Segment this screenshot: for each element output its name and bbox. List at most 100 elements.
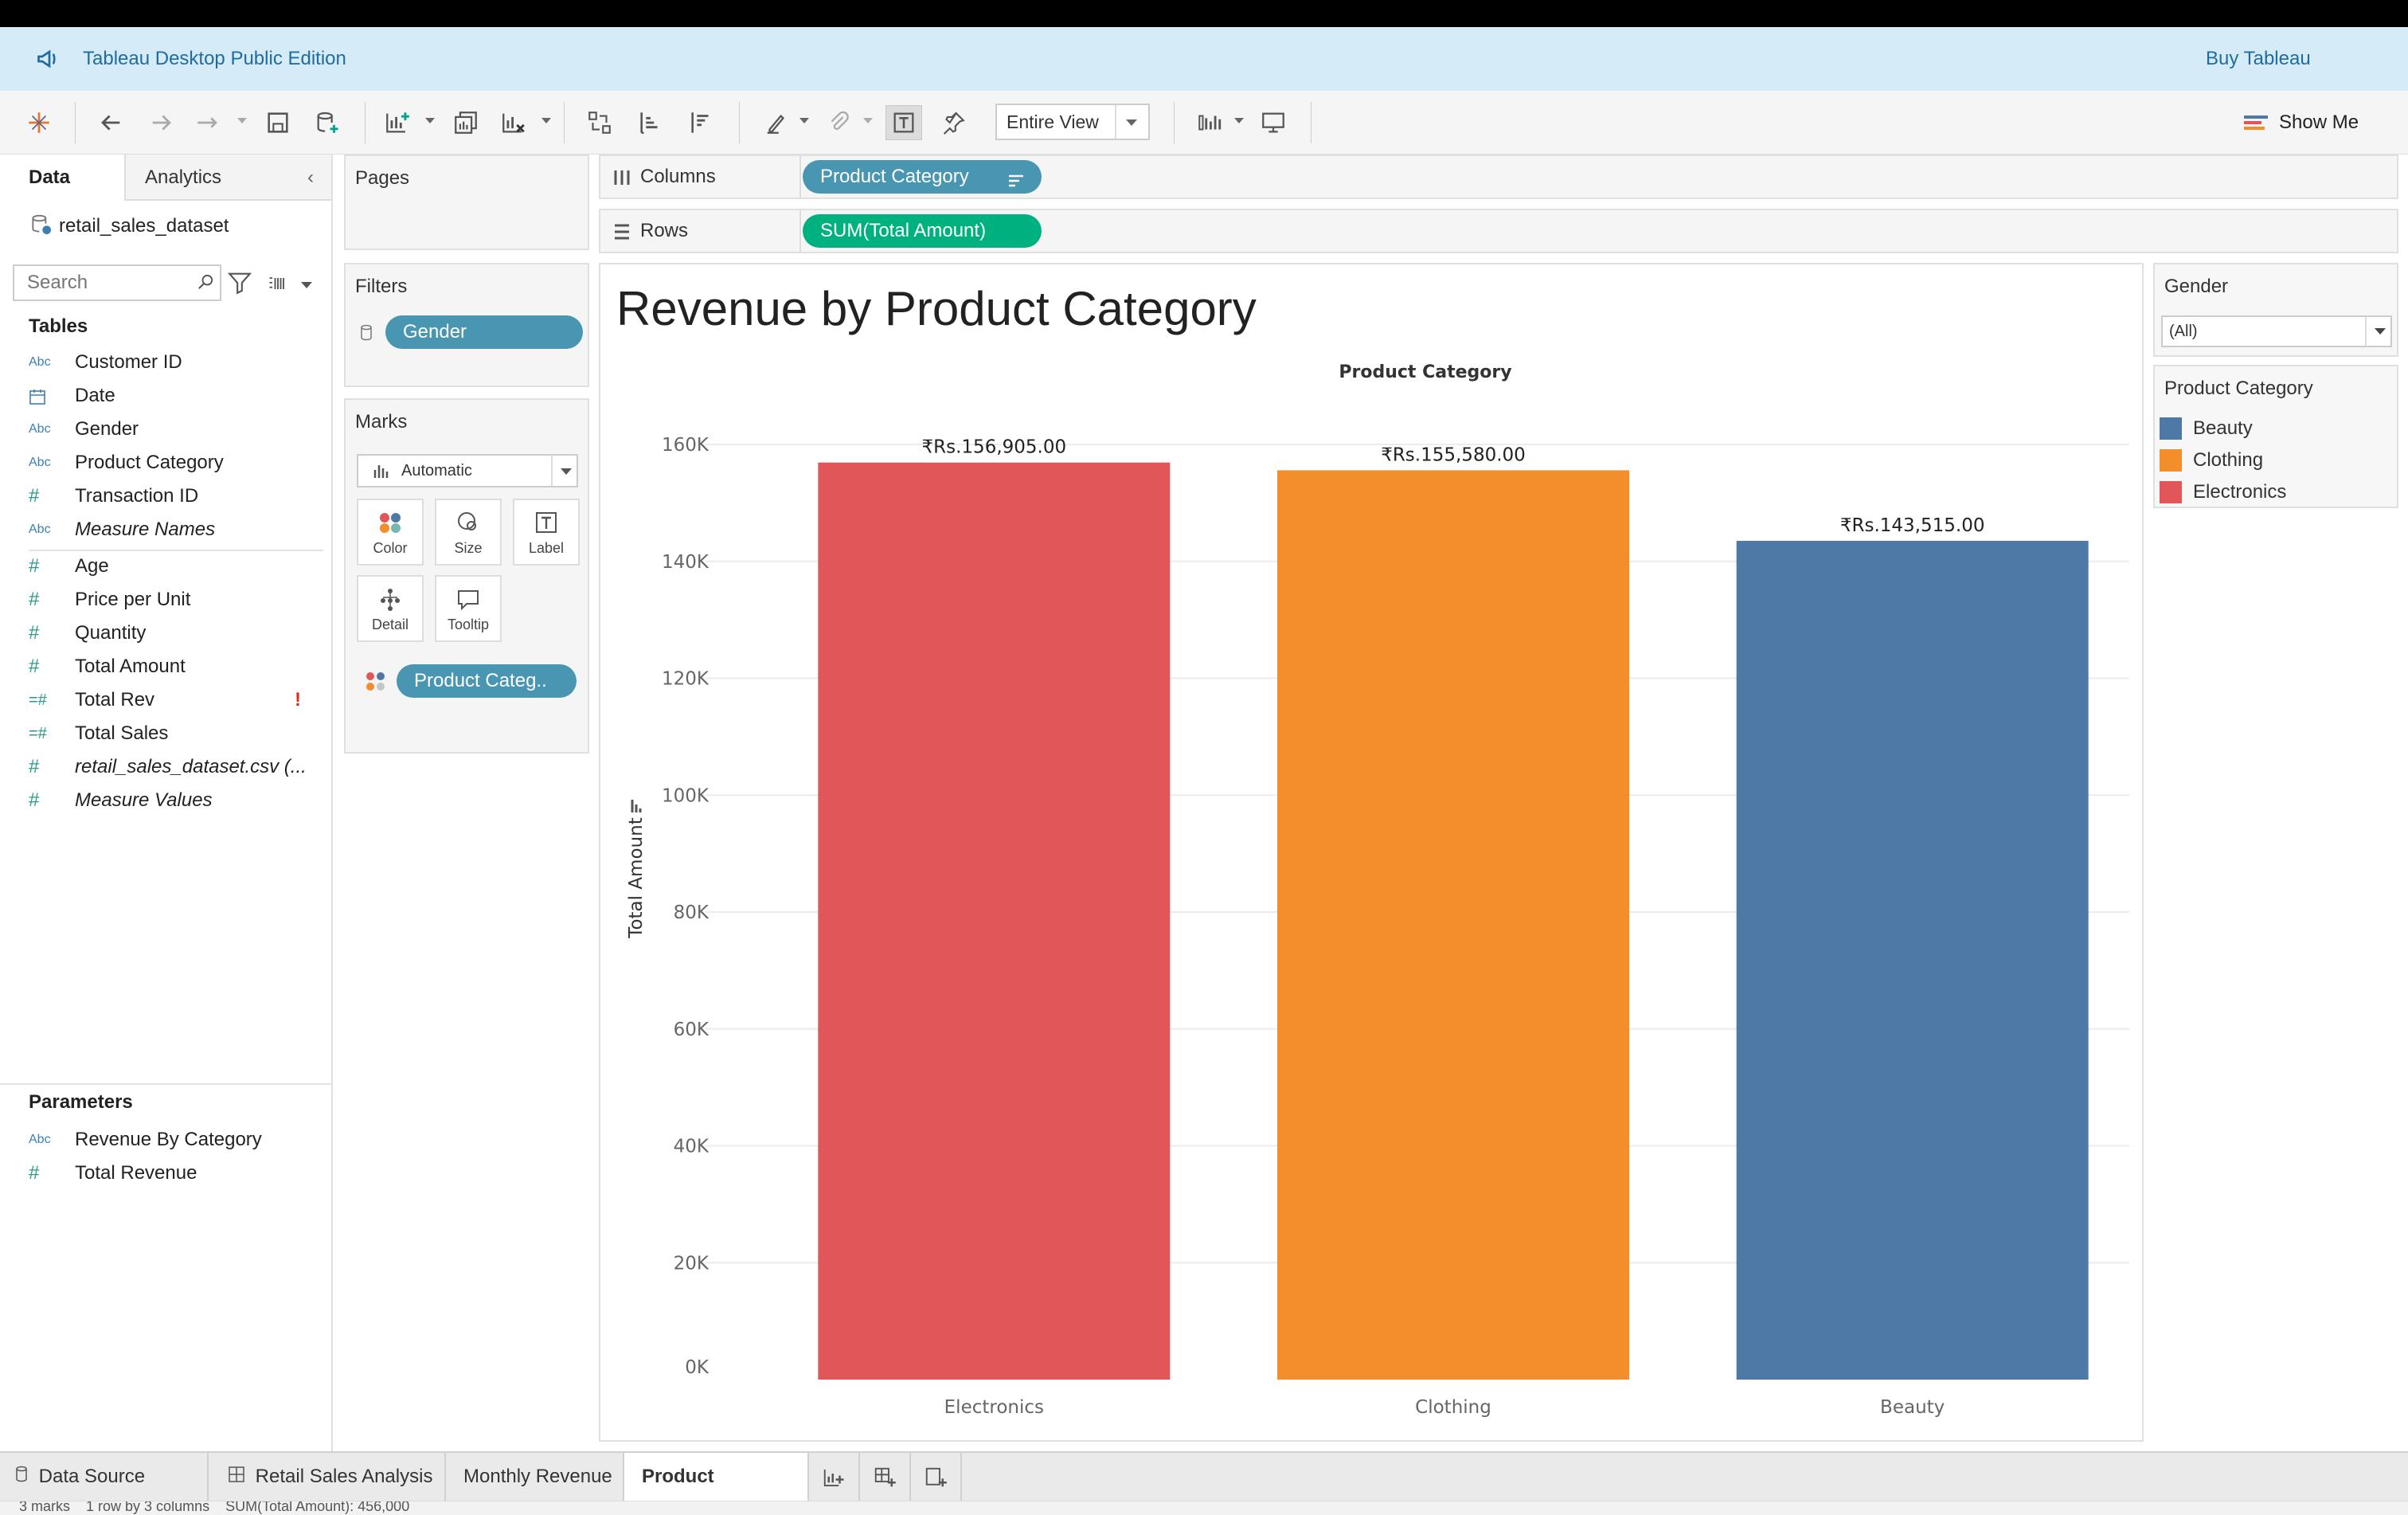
clear-sheet-icon[interactable] [495,105,532,140]
field-item[interactable]: Abc Product Category [0,446,331,480]
field-item[interactable]: # Quantity [0,617,331,650]
show-me-label: Show Me [2279,112,2359,133]
pages-shelf[interactable]: Pages [344,155,589,250]
status-bar: 3 marks 1 row by 3 columns SUM(Total Amo… [0,1501,2408,1515]
rows-shelf[interactable]: Rows SUM(Total Amount) [599,209,2398,253]
new-story-tab-icon[interactable] [911,1453,962,1501]
field-item[interactable]: Date [0,379,331,413]
field-item[interactable]: # Age [0,550,331,583]
legend-swatch [2160,481,2182,503]
field-item[interactable]: Abc Measure Names [0,513,331,546]
new-worksheet-tab-icon[interactable] [809,1453,860,1501]
fit-dropdown[interactable]: Entire View [995,104,1150,140]
tableau-logo-icon[interactable] [21,105,57,140]
undo-icon[interactable] [92,105,129,140]
rows-pill-sum-total-amount[interactable]: SUM(Total Amount) [803,214,1042,248]
fit-dropdown-value: Entire View [1007,112,1099,132]
parameter-item[interactable]: # Total Revenue [0,1157,331,1190]
gender-filter-dropdown[interactable]: (All) [2161,315,2392,347]
new-datasource-icon[interactable] [309,105,346,140]
column-header: Product Category [1339,362,1511,382]
field-item[interactable]: Abc Customer ID [0,346,331,379]
chart-view: Revenue by Product Category Product Cate… [599,263,2144,1442]
columns-shelf[interactable]: Columns Product Category [599,155,2398,199]
tab-monthly-revenue[interactable]: Monthly Revenue [446,1453,624,1501]
detail-button[interactable]: Detail [357,575,424,642]
bar[interactable] [1736,540,2089,1380]
parameter-item[interactable]: Abc Revenue By Category [0,1123,331,1157]
paperclip-icon[interactable] [820,105,857,140]
bar-data-label: ₹Rs.143,515.00 [1840,515,1985,536]
pin-icon[interactable] [935,105,971,140]
mark-type-dropdown[interactable]: Automatic [357,454,578,487]
x-tick-label: Beauty [1880,1397,1945,1418]
size-label: Size [454,540,483,556]
sort-icon[interactable] [1007,168,1026,194]
size-button[interactable]: Size [435,499,502,566]
field-search-input[interactable] [14,266,190,299]
tab-retail-sales-analysis[interactable]: Retail Sales Analysis [209,1453,446,1501]
legend-title: Product Category [2164,378,2313,399]
collapse-pane-icon[interactable]: ‹ [307,155,314,201]
replay-icon[interactable] [190,105,226,140]
duplicate-sheet-icon[interactable] [448,105,484,140]
string-type-icon: Abc [29,422,51,436]
bar[interactable] [818,462,1171,1380]
field-item[interactable]: # Price per Unit [0,583,331,617]
swap-rows-columns-icon[interactable] [581,105,618,140]
calendar-icon [29,379,64,413]
number-type-icon: # [29,555,40,577]
columns-pill-product-category[interactable]: Product Category [803,160,1042,194]
chevron-down-icon[interactable] [301,282,312,288]
new-dashboard-tab-icon[interactable] [860,1453,911,1501]
gender-filter-value: (All) [2169,323,2198,340]
filter-icon[interactable] [226,269,253,300]
field-item[interactable]: # Measure Values [0,784,331,817]
buy-tableau-link[interactable]: Buy Tableau [2206,27,2311,91]
sort-ascending-icon[interactable] [632,105,669,140]
field-item[interactable]: # Total Amount [0,650,331,683]
presentation-mode-icon[interactable] [1191,105,1228,140]
field-search[interactable] [13,264,221,301]
sort-descending-icon[interactable] [683,105,720,140]
color-pill-product-category[interactable]: Product Categ.. [397,664,577,698]
y-axis-sort-icon[interactable] [631,800,642,812]
color-button[interactable]: Color [357,499,424,566]
label-button[interactable]: Label [513,499,580,566]
legend-item[interactable]: Beauty [2160,413,2253,444]
filter-pill-gender[interactable]: Gender [385,315,583,349]
chevron-down-icon [2375,328,2386,335]
field-item[interactable]: Abc Gender [0,413,331,446]
field-item[interactable]: =# Total Rev! [0,683,331,717]
view-options-icon[interactable] [266,272,290,299]
search-icon [194,271,217,297]
field-item[interactable]: # Transaction ID [0,480,331,513]
highlight-icon[interactable] [758,105,795,140]
show-labels-icon[interactable] [885,105,922,140]
tab-data[interactable]: Data [0,155,126,201]
string-type-icon: Abc [29,456,51,469]
save-icon[interactable] [260,105,296,140]
tab-product-category[interactable]: Product Category [624,1453,809,1515]
filters-shelf[interactable]: Filters Gender [344,263,589,387]
error-icon[interactable]: ! [295,683,301,717]
show-me-button[interactable]: Show Me [2244,105,2359,140]
legend-item[interactable]: Electronics [2160,476,2286,508]
legend-item[interactable]: Clothing [2160,444,2263,476]
device-preview-icon[interactable] [1255,105,1292,140]
label-label: Label [528,540,565,556]
field-item[interactable]: =# Total Sales [0,717,331,750]
field-item[interactable]: # retail_sales_dataset.csv (... [0,750,331,784]
field-name: Quantity [75,622,147,644]
tooltip-button[interactable]: Tooltip [435,575,502,642]
redo-icon[interactable] [143,105,180,140]
field-name: Gender [75,418,139,440]
tab-data-source[interactable]: Data Source [0,1453,209,1501]
bar[interactable] [1277,470,1629,1380]
marks-card: Marks Automatic Color Size Label Detail [344,398,589,754]
tab-analytics[interactable]: Analytics ‹ [126,155,331,201]
parameter-name: Revenue By Category [75,1129,262,1150]
legend-label: Electronics [2193,481,2287,503]
new-worksheet-icon[interactable] [379,105,416,140]
datasource-item[interactable]: retail_sales_dataset [29,209,331,244]
